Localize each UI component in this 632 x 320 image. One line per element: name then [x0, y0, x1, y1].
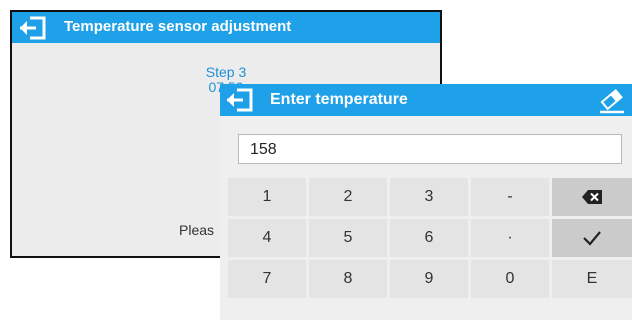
- eraser-icon[interactable]: [598, 88, 626, 114]
- key-2[interactable]: 2: [309, 178, 387, 216]
- key-1[interactable]: 1: [228, 178, 306, 216]
- step-label: Step 3: [205, 64, 247, 80]
- key-0[interactable]: 0: [471, 260, 549, 298]
- key-4[interactable]: 4: [228, 219, 306, 257]
- key-minus[interactable]: -: [471, 178, 549, 216]
- key-5[interactable]: 5: [309, 219, 387, 257]
- key-7[interactable]: 7: [228, 260, 306, 298]
- enter-temperature-dialog: Enter temperature 158 1 2 3 - 4 5 6 · 7 …: [220, 84, 632, 320]
- dialog-title: Temperature sensor adjustment: [64, 18, 292, 35]
- key-8[interactable]: 8: [309, 260, 387, 298]
- key-9[interactable]: 9: [390, 260, 468, 298]
- back-arrow-icon[interactable]: [16, 15, 50, 41]
- keypad-titlebar: Enter temperature: [220, 84, 632, 116]
- confirm-button[interactable]: [552, 219, 632, 257]
- temperature-input[interactable]: 158: [238, 134, 622, 164]
- dialog-titlebar: Temperature sensor adjustment: [12, 12, 440, 43]
- keypad-title: Enter temperature: [270, 91, 408, 108]
- instruction-text: Pleas: [179, 222, 215, 238]
- key-3[interactable]: 3: [390, 178, 468, 216]
- backspace-icon: [582, 190, 602, 204]
- key-exponent[interactable]: E: [552, 260, 632, 298]
- key-decimal[interactable]: ·: [471, 219, 549, 257]
- backspace-button[interactable]: [552, 178, 632, 216]
- key-6[interactable]: 6: [390, 219, 468, 257]
- checkmark-icon: [583, 231, 601, 246]
- back-arrow-icon[interactable]: [224, 87, 256, 113]
